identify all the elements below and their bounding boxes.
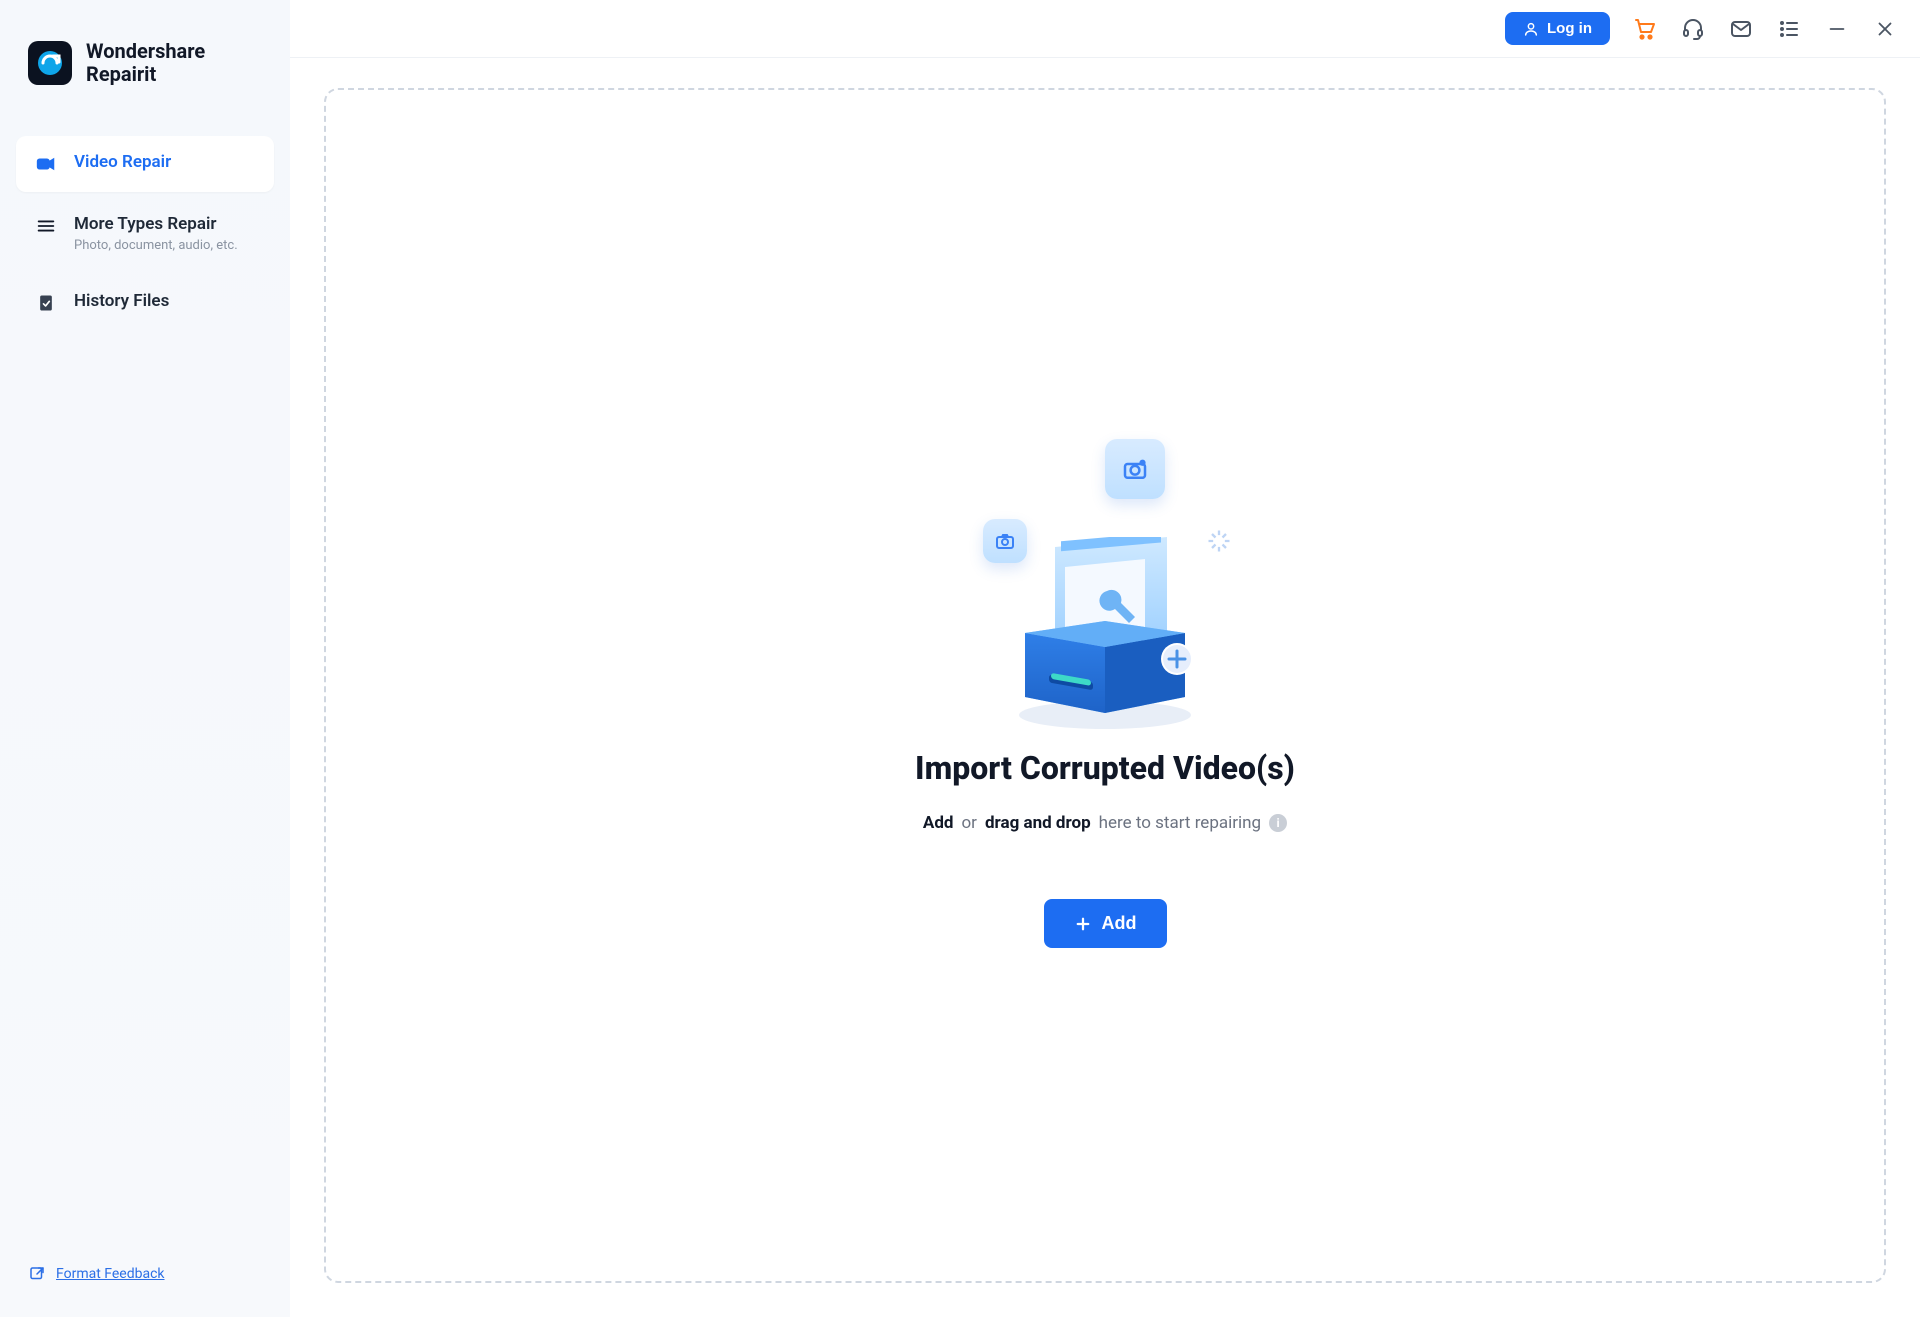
sidebar-item-history-files[interactable]: History Files [16,275,274,331]
list-menu-icon[interactable] [1776,16,1802,42]
brand: Wondershare Repairit [0,40,290,86]
mail-icon[interactable] [1728,16,1754,42]
sidebar-item-video-repair[interactable]: Video Repair [16,136,274,192]
sidebar-item-more-types[interactable]: More Types Repair Photo, document, audio… [16,198,274,269]
sidebar-item-subtitle: Photo, document, audio, etc. [74,238,238,253]
sidebar: Wondershare Repairit Video Repair [0,0,290,1317]
titlebar: Log in [290,0,1920,58]
add-button-label: Add [1102,913,1137,934]
history-file-icon [34,291,58,315]
feedback-icon [28,1265,46,1283]
app-logo-icon [35,48,65,78]
brand-text: Wondershare Repairit [86,40,205,86]
dropzone-headline: Import Corrupted Video(s) [915,749,1295,787]
sidebar-item-label: Video Repair [74,152,171,172]
format-feedback-link[interactable]: Format Feedback [56,1266,165,1282]
brand-logo [28,41,72,85]
sidebar-nav: Video Repair More Types Repair Photo, do… [0,136,290,331]
dropzone[interactable]: Import Corrupted Video(s) Add or drag an… [324,88,1886,1283]
content: Import Corrupted Video(s) Add or drag an… [290,58,1920,1317]
video-camera-icon [34,152,58,176]
menu-icon [34,214,58,238]
sidebar-item-label: History Files [74,291,169,311]
drawer-graphic [995,537,1215,737]
cart-icon[interactable] [1632,16,1658,42]
hint-or: or [961,813,976,833]
plus-icon [1074,915,1092,933]
floating-photo-icon [1105,439,1165,499]
add-button[interactable]: Add [1044,899,1167,948]
brand-line2: Repairit [86,63,205,86]
hint-add: Add [923,813,954,833]
hint-tail: here to start repairing [1099,813,1261,833]
dropzone-illustration [955,423,1255,723]
dropzone-hint: Add or drag and drop here to start repai… [923,813,1287,833]
support-headset-icon[interactable] [1680,16,1706,42]
brand-line1: Wondershare [86,40,205,63]
user-icon [1523,21,1539,37]
sidebar-item-label: More Types Repair [74,214,238,234]
sidebar-footer: Format Feedback [0,1265,290,1297]
window-minimize-icon[interactable] [1824,16,1850,42]
login-label: Log in [1547,20,1592,37]
info-icon[interactable]: i [1269,814,1287,832]
main: Log in [290,0,1920,1317]
window-close-icon[interactable] [1872,16,1898,42]
login-button[interactable]: Log in [1505,12,1610,45]
hint-dnd: drag and drop [985,813,1091,833]
